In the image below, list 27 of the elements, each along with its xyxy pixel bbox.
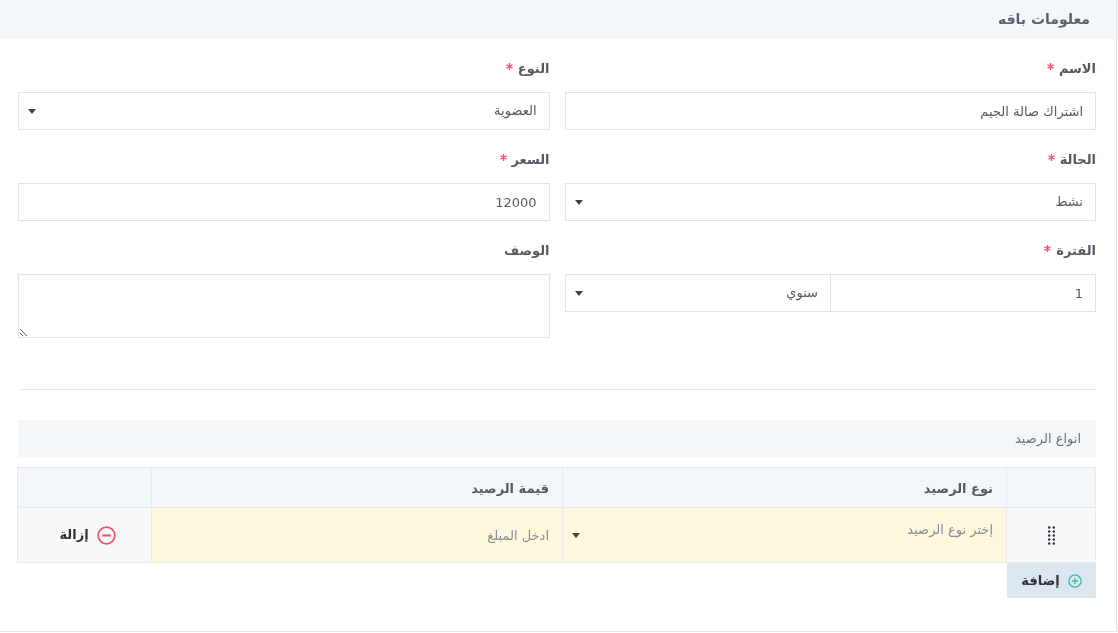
- select-field[interactable]: سنوي: [564, 274, 830, 312]
- subsection-title: انواع الرصيد: [1015, 429, 1081, 449]
- drag-handle-icon[interactable]: [1047, 525, 1055, 545]
- field-label: الفترة: [1056, 242, 1096, 260]
- field-label: الحالة: [1059, 151, 1096, 169]
- add-button[interactable]: إضافة: [1007, 563, 1096, 598]
- caret-icon: [574, 199, 583, 205]
- amount-field[interactable]: ادخل المبلغ: [152, 508, 562, 562]
- field-label: النوع: [517, 60, 550, 78]
- plus-circle-icon: [1067, 573, 1082, 588]
- number-field[interactable]: 1: [830, 274, 1096, 312]
- remove-button[interactable]: إزالة: [59, 525, 116, 545]
- text-field[interactable]: 12000: [18, 183, 550, 221]
- select-field[interactable]: العضوية: [18, 92, 550, 130]
- text-field[interactable]: اشتراك صالة الجيم: [564, 92, 1096, 130]
- caret-icon: [572, 532, 580, 538]
- column-header: قيمة الرصيد: [471, 480, 549, 496]
- select-field[interactable]: نشط: [564, 183, 1096, 221]
- column-header: نوع الرصيد: [923, 480, 993, 496]
- field-label: الوصف: [503, 242, 550, 260]
- caret-icon: [574, 290, 583, 296]
- field-label: السعر: [511, 151, 550, 169]
- section-title: معلومات باقه: [997, 10, 1090, 30]
- field-label: الاسم: [1058, 60, 1096, 78]
- caret-icon: [28, 108, 36, 114]
- description-field[interactable]: [18, 274, 550, 338]
- minus-circle-icon: [96, 525, 116, 545]
